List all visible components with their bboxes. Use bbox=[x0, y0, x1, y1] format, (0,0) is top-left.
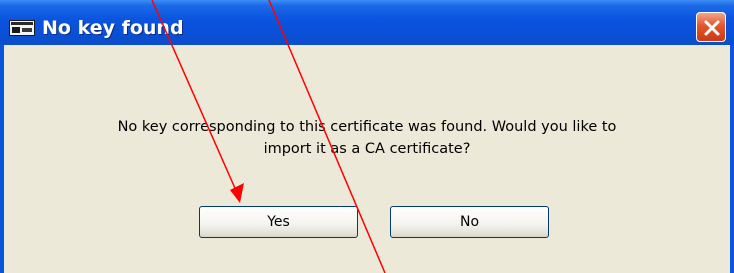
title-bar[interactable]: No key found bbox=[0, 0, 734, 45]
dialog-body: No key corresponding to this certificate… bbox=[4, 45, 730, 273]
message-line-1: No key corresponding to this certificate… bbox=[117, 119, 617, 135]
dialog-message: No key corresponding to this certificate… bbox=[14, 116, 720, 160]
message-line-2: import it as a CA certificate? bbox=[263, 141, 471, 157]
window-title: No key found bbox=[42, 17, 184, 39]
dialog-window: No key found No key corresponding to thi… bbox=[0, 0, 734, 273]
yes-button[interactable]: Yes bbox=[199, 206, 358, 238]
no-button[interactable]: No bbox=[390, 206, 549, 238]
close-button[interactable] bbox=[696, 12, 726, 42]
close-icon bbox=[704, 20, 720, 36]
app-window-icon bbox=[9, 20, 35, 36]
